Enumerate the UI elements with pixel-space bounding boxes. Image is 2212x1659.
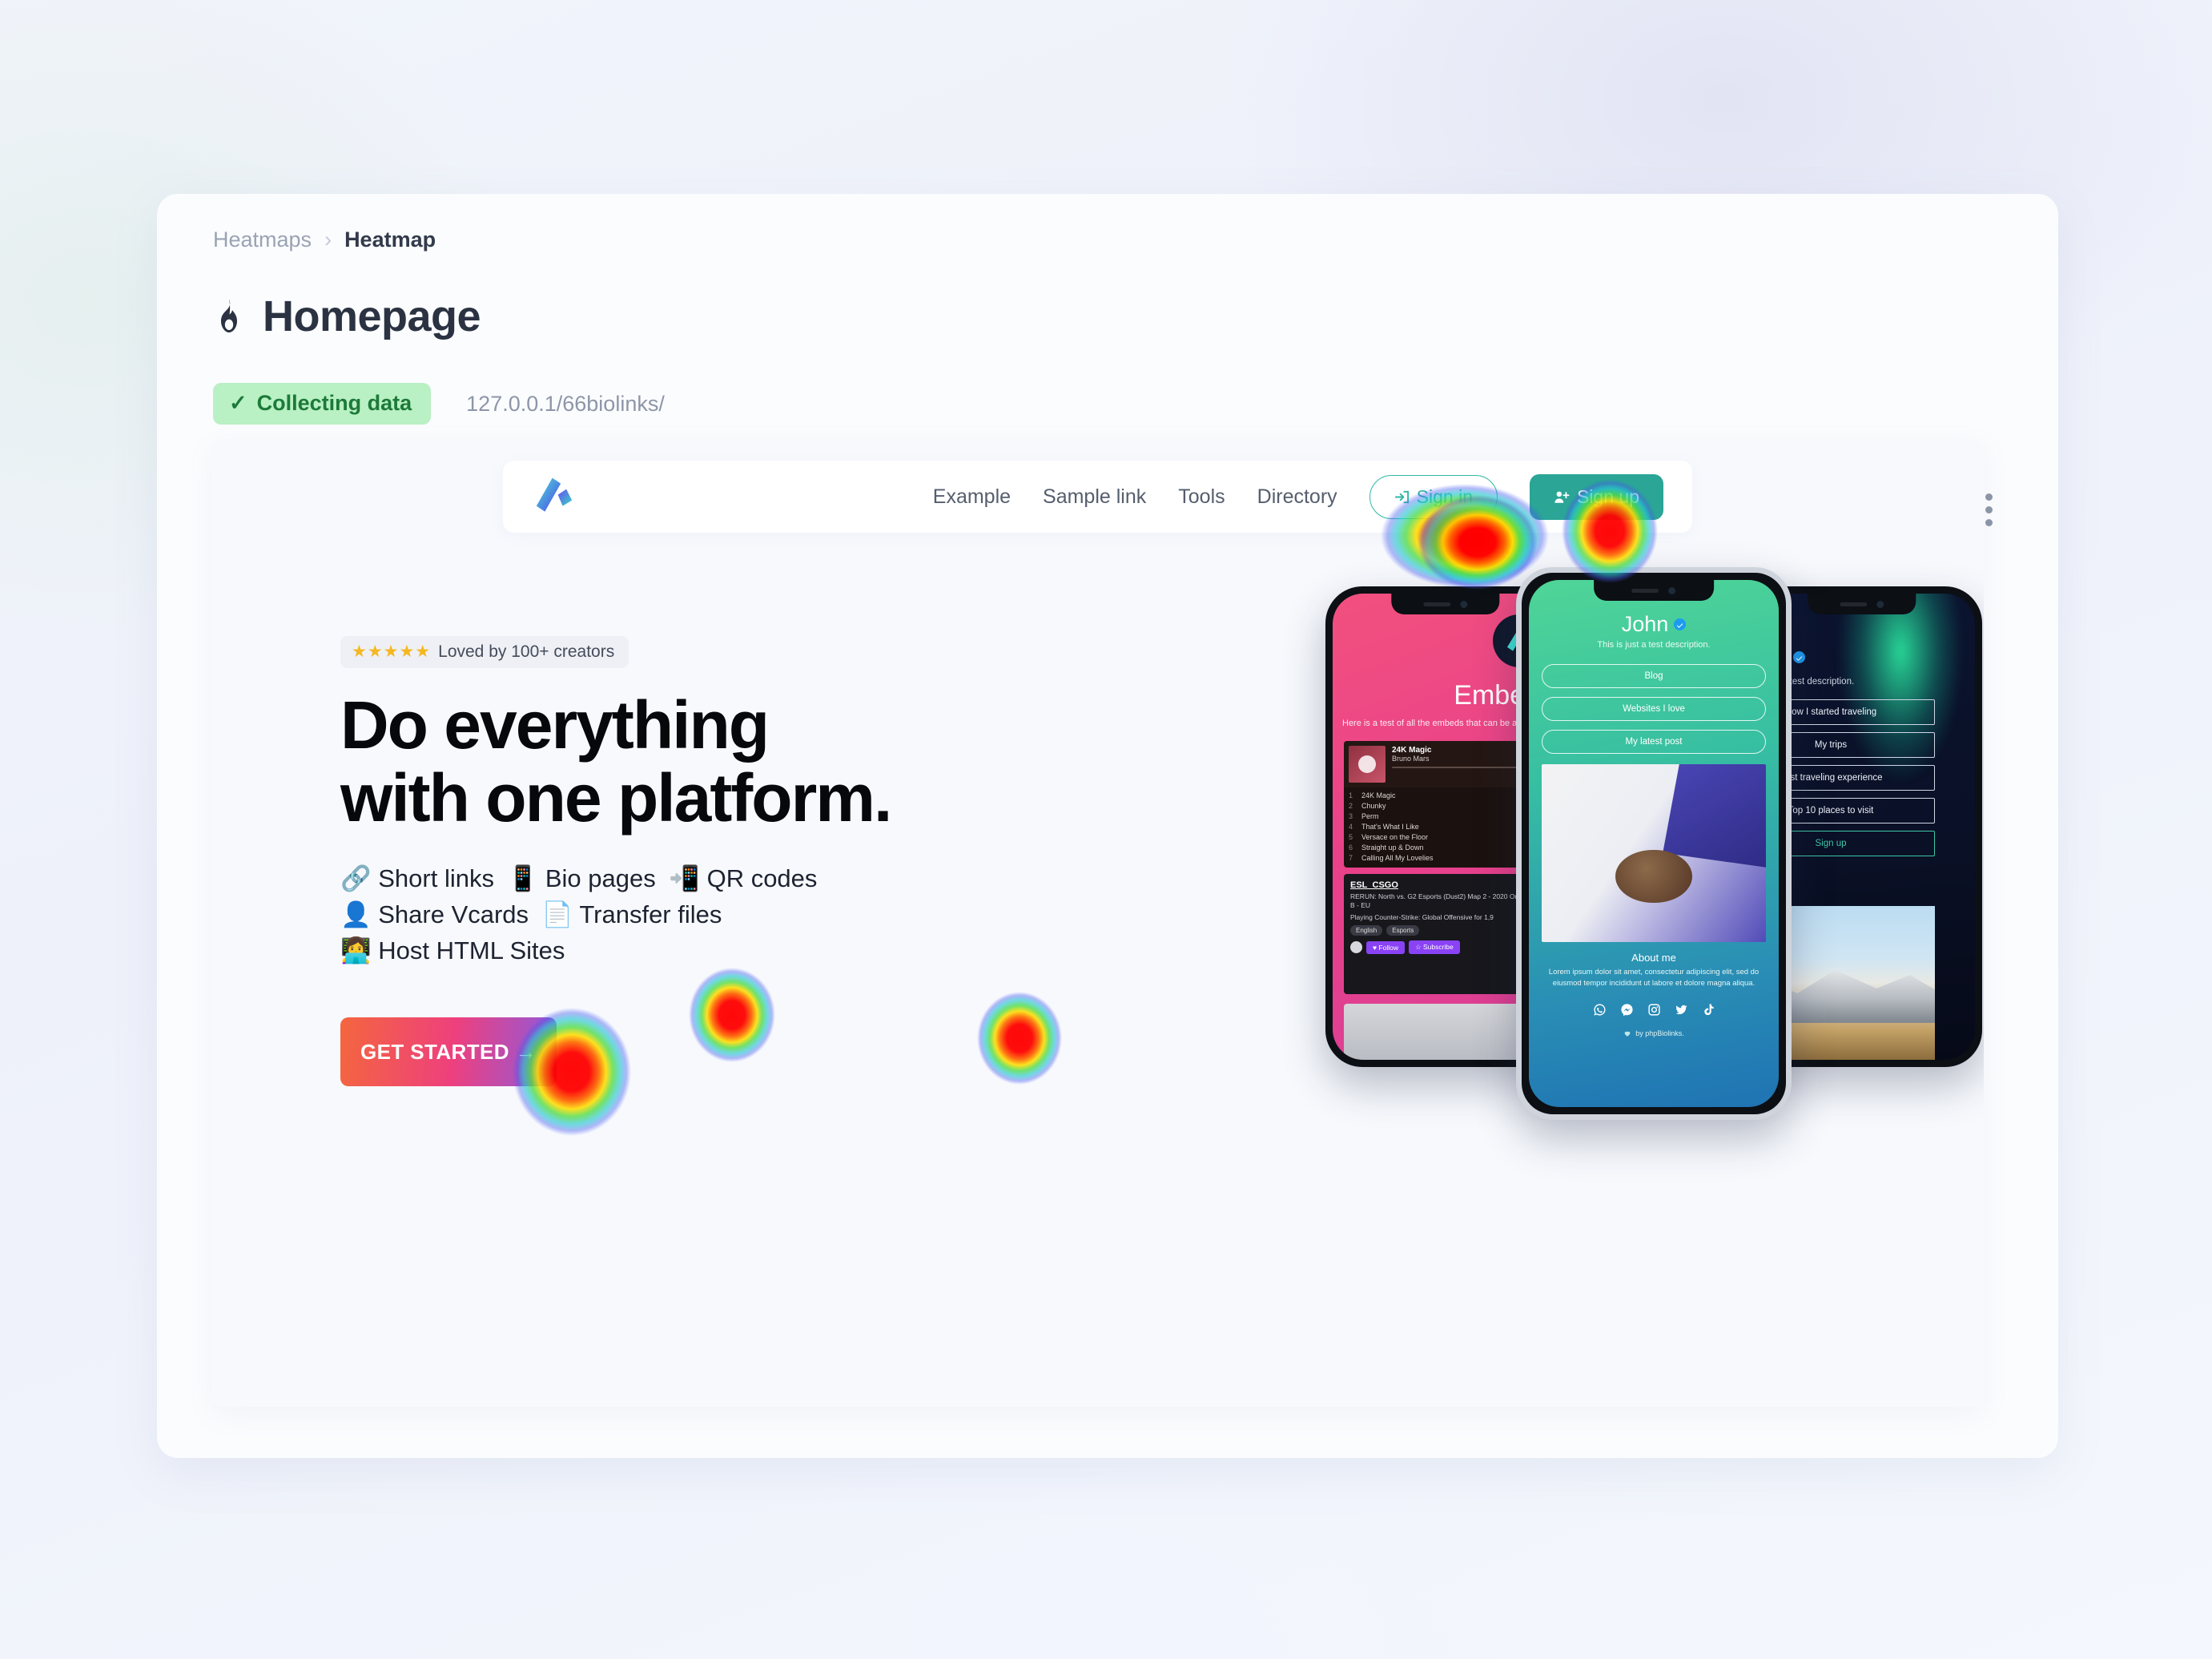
twitch-subscribe-button[interactable]: ☆ Subscribe	[1408, 940, 1460, 955]
phone-center-screen: John This is just a test description. Bl…	[1529, 580, 1779, 1107]
phone-notch	[1391, 594, 1500, 614]
instagram-icon[interactable]	[1647, 1003, 1661, 1017]
link-button[interactable]: Blog	[1542, 664, 1766, 688]
status-badge: ✓ Collecting data	[213, 383, 432, 425]
get-started-button[interactable]: GET STARTED →	[340, 1017, 557, 1087]
about-me-text: Lorem ipsum dolor sit amet, consectetur …	[1548, 968, 1760, 989]
phone-mockups: Embeds Here is a test of all the embeds …	[1325, 567, 1982, 1224]
hero-title-line2: with one platform.	[340, 759, 892, 836]
breadcrumb: Heatmaps › Heatmap	[213, 228, 436, 252]
check-icon: ✓	[229, 391, 247, 415]
profile-description: This is just a test description.	[1597, 640, 1711, 650]
sign-up-label: Sign up	[1576, 485, 1639, 507]
tag: Esports	[1386, 925, 1420, 936]
link-button[interactable]: My latest post	[1542, 730, 1766, 754]
link-emoji-icon: 🔗	[340, 864, 372, 893]
feature-qr-codes: 📲 QR codes	[669, 864, 817, 892]
sign-in-label: Sign in	[1416, 485, 1473, 507]
profile-link-buttons: Blog Websites I love My latest post	[1542, 664, 1766, 754]
phone-emoji-icon: 📱	[507, 864, 539, 893]
tracked-url: 127.0.0.1/66biolinks/	[466, 391, 665, 416]
feature-label: Host HTML Sites	[378, 936, 565, 965]
feature-transfer-files: 📄 Transfer files	[542, 900, 722, 928]
nav-link-directory[interactable]: Directory	[1257, 485, 1337, 509]
rating-badge: ★★★★★ Loved by 100+ creators	[340, 636, 629, 668]
whatsapp-icon[interactable]	[1593, 1003, 1607, 1017]
sign-in-button[interactable]: Sign in	[1369, 474, 1498, 519]
kebab-dot	[1985, 493, 1993, 501]
site-navbar: Example Sample link Tools Directory Sign…	[503, 461, 1692, 533]
hero-section: ★★★★★ Loved by 100+ creators Do everythi…	[340, 636, 949, 1087]
status-badge-label: Collecting data	[256, 391, 412, 415]
feature-label: Transfer files	[579, 900, 722, 929]
qr-emoji-icon: 📲	[669, 864, 700, 893]
album-art	[1349, 746, 1386, 783]
nav-link-example[interactable]: Example	[933, 485, 1011, 509]
tag: English	[1350, 925, 1383, 936]
site-preview-canvas: Example Sample link Tools Directory Sign…	[212, 439, 1984, 1407]
person-emoji-icon: 👤	[340, 900, 372, 929]
about-me-title: About me	[1631, 952, 1676, 964]
link-button[interactable]: Websites I love	[1542, 697, 1766, 721]
social-links	[1529, 1003, 1779, 1017]
profile-credit: by phpBiolinks.	[1529, 1029, 1779, 1037]
coder-emoji-icon: 👩‍💻	[340, 936, 372, 965]
breadcrumb-current: Heatmap	[344, 228, 436, 252]
profile-image	[1542, 764, 1766, 942]
rating-text: Loved by 100+ creators	[438, 642, 615, 661]
nav-link-tools[interactable]: Tools	[1178, 485, 1225, 509]
user-plus-icon	[1554, 491, 1570, 503]
verified-badge-icon	[1792, 650, 1805, 663]
site-nav-links: Example Sample link Tools Directory Sign…	[933, 473, 1663, 520]
tiktok-icon[interactable]	[1702, 1003, 1715, 1017]
feature-label: Share Vcards	[378, 900, 529, 929]
kebab-dot	[1985, 505, 1993, 513]
rating-stars: ★★★★★	[352, 642, 432, 661]
phone-mockup-center: John This is just a test description. Bl…	[1516, 567, 1792, 1120]
feature-share-vcards: 👤 Share Vcards	[340, 900, 529, 928]
brand-logo-icon	[536, 477, 573, 512]
sign-in-icon	[1394, 490, 1409, 503]
feature-label: QR codes	[706, 864, 818, 893]
verified-badge-icon	[1674, 618, 1687, 630]
status-row: ✓ Collecting data 127.0.0.1/66biolinks/	[213, 383, 665, 425]
feature-label: Short links	[378, 864, 494, 893]
feature-label: Bio pages	[545, 864, 656, 893]
page-title-row: Homepage	[213, 292, 481, 341]
phone-notch	[1808, 594, 1916, 614]
fire-icon	[221, 299, 237, 332]
messenger-icon[interactable]	[1620, 1003, 1634, 1017]
page-emoji-icon: 📄	[541, 900, 573, 929]
hero-feature-list: 🔗 Short links 📱 Bio pages 📲 QR codes 👤 S…	[340, 861, 917, 969]
chevron-right-icon: ›	[324, 228, 332, 252]
hero-title-line1: Do everything	[340, 687, 770, 763]
breadcrumb-parent[interactable]: Heatmaps	[213, 228, 312, 252]
twitch-follow-button[interactable]: ♥ Follow	[1366, 940, 1405, 954]
feature-bio-pages: 📱 Bio pages	[508, 864, 656, 892]
twitter-icon[interactable]	[1675, 1003, 1688, 1017]
avatar	[1350, 941, 1362, 954]
profile-name-john: John	[1529, 612, 1779, 637]
phone-notch	[1594, 580, 1714, 601]
kebab-dot	[1985, 518, 1993, 526]
feature-short-links: 🔗 Short links	[340, 864, 494, 892]
page-title: Homepage	[263, 292, 481, 340]
feature-host-html: 👩‍💻 Host HTML Sites	[340, 936, 565, 964]
sign-up-button[interactable]: Sign up	[1529, 473, 1663, 520]
nav-link-sample-link[interactable]: Sample link	[1043, 485, 1146, 509]
heart-icon	[1624, 1031, 1631, 1037]
hero-title: Do everything with one platform.	[340, 689, 949, 834]
